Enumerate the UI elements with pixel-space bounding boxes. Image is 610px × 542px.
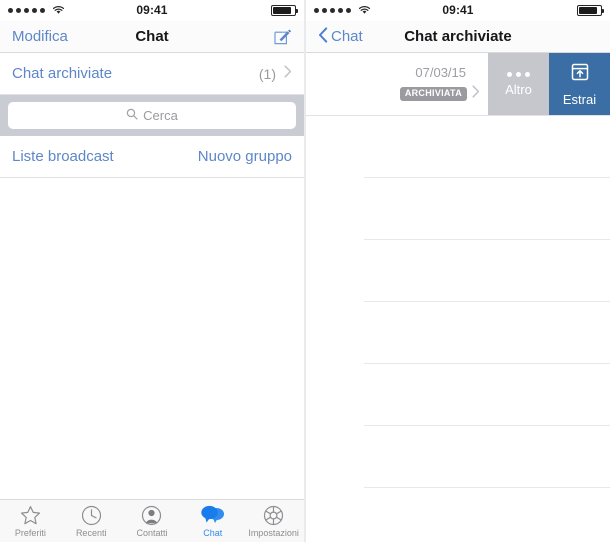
search-placeholder: Cerca (143, 108, 178, 123)
status-bar-time: 09:41 (136, 3, 168, 17)
status-bar-left: 09:41 (0, 0, 304, 21)
tab-contatti[interactable]: Contatti (122, 505, 183, 538)
empty-rows-container (306, 116, 610, 542)
battery-icon (577, 5, 604, 16)
archived-chats-label: Chat archiviate (12, 65, 113, 82)
tab-bar: Preferiti Recenti Contatti Chat Impostaz… (0, 499, 304, 542)
unarchive-action-label: Estrai (562, 91, 597, 107)
archived-chat-row: 07/03/15 ARCHIVIATA Altro Estrai (306, 53, 610, 116)
search-bar-container: Cerca (0, 95, 304, 136)
star-icon (20, 505, 41, 526)
archived-chats-row[interactable]: Chat archiviate (1) (0, 53, 304, 95)
chat-row-meta: ARCHIVIATA (399, 85, 480, 103)
compose-icon[interactable] (273, 27, 292, 46)
back-button[interactable]: Chat (318, 26, 363, 47)
right-phone-screen: 09:41 Chat Chat archiviate 07/03/15 ARCH… (306, 0, 610, 542)
battery-outline (577, 5, 604, 16)
broadcast-lists-button[interactable]: Liste broadcast (12, 148, 114, 165)
chevron-right-icon (284, 64, 292, 83)
ellipsis-dot (516, 71, 521, 77)
tab-impostazioni-label: Impostazioni (248, 527, 299, 538)
battery-outline (271, 5, 298, 16)
search-input[interactable]: Cerca (8, 102, 296, 129)
ellipsis-dot (507, 71, 512, 77)
chat-bubbles-icon (201, 505, 225, 526)
list-item[interactable] (364, 364, 610, 426)
list-item[interactable] (364, 116, 610, 178)
tab-chat-label: Chat (203, 527, 223, 538)
battery-fill (579, 7, 598, 14)
unarchive-action-button[interactable]: Estrai (549, 53, 610, 115)
left-phone-screen: 09:41 Modifica Chat Chat archiviate (1) … (0, 0, 304, 542)
dual-phone-screenshot: 09:41 Modifica Chat Chat archiviate (1) … (0, 0, 610, 542)
edit-button-label: Modifica (12, 28, 68, 45)
tab-chat[interactable]: Chat (182, 505, 243, 538)
list-item[interactable] (364, 302, 610, 364)
status-bar-right: 09:41 (306, 0, 610, 21)
list-item[interactable] (364, 426, 610, 488)
unarchive-box-icon (570, 62, 590, 87)
status-bar-time: 09:41 (442, 3, 474, 17)
status-badge: ARCHIVIATA (399, 87, 467, 101)
battery-fill (273, 7, 292, 14)
more-action-label: Altro (505, 81, 532, 97)
list-item[interactable] (364, 488, 610, 542)
search-icon (126, 107, 138, 125)
back-button-label: Chat (331, 28, 363, 45)
chevron-left-icon (318, 26, 328, 47)
gear-icon (263, 505, 284, 526)
list-item[interactable] (364, 178, 610, 240)
ellipsis-icon (507, 71, 530, 77)
chat-row-content[interactable]: 07/03/15 ARCHIVIATA (306, 53, 488, 115)
tab-impostazioni[interactable]: Impostazioni (243, 505, 304, 538)
chat-date: 07/03/15 (415, 65, 466, 80)
more-action-button[interactable]: Altro (488, 53, 549, 115)
tab-recenti[interactable]: Recenti (61, 505, 122, 538)
tab-preferiti[interactable]: Preferiti (0, 505, 61, 538)
new-group-container: Nuovo gruppo (198, 148, 292, 165)
clock-icon (81, 505, 102, 526)
chevron-right-icon (472, 85, 480, 103)
nav-bar-left: Modifica Chat (0, 21, 304, 53)
nav-bar-right: Chat Chat archiviate (306, 21, 610, 53)
archived-chats-right: (1) (258, 64, 292, 83)
battery-icon (271, 5, 298, 16)
list-item[interactable] (364, 240, 610, 302)
new-group-button[interactable]: Nuovo gruppo (198, 148, 292, 165)
edit-button[interactable]: Modifica (12, 28, 68, 45)
tab-recenti-label: Recenti (75, 527, 107, 538)
ellipsis-dot (525, 71, 530, 77)
broadcast-and-group-row: Liste broadcast Nuovo gruppo (0, 136, 304, 178)
tab-preferiti-label: Preferiti (14, 527, 46, 538)
tab-contatti-label: Contatti (136, 527, 168, 538)
person-icon (141, 505, 162, 526)
archived-chats-count: (1) (258, 65, 276, 82)
